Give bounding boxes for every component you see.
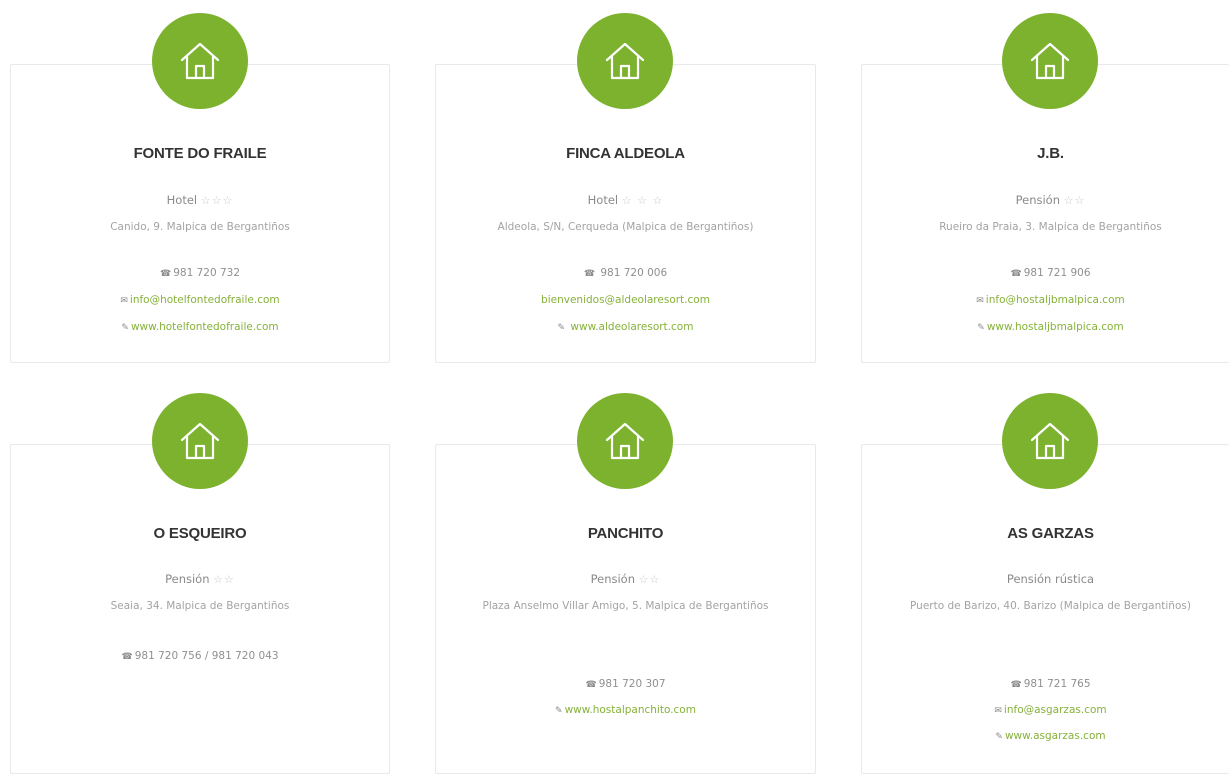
listing-card: AS GARZAS Pensión rústica Puerto de Bari…	[861, 444, 1229, 774]
listing-title: AS GARZAS	[1007, 525, 1094, 542]
phone-icon: ☎	[1010, 680, 1022, 690]
category-label: Pensión	[1015, 193, 1060, 207]
website-url[interactable]: www.hostalpanchito.com	[565, 704, 696, 716]
email-address[interactable]: bienvenidos@aldeolaresort.com	[541, 294, 710, 306]
listing-category: Pensión ☆☆	[436, 572, 815, 586]
email-link[interactable]: ✉ info@asgarzas.com	[862, 704, 1229, 716]
house-icon	[152, 393, 248, 489]
house-icon	[152, 13, 248, 109]
link-icon: ✎	[977, 323, 985, 333]
email-link[interactable]: ✉ info@hostaljbmalpica.com	[862, 294, 1229, 306]
house-icon	[1002, 13, 1098, 109]
phone-line: ☎ 981 720 006	[436, 267, 815, 279]
listing-title: O ESQUEIRO	[153, 525, 247, 542]
phone-number: 981 721 765	[1023, 678, 1091, 690]
email-address[interactable]: info@asgarzas.com	[1004, 704, 1107, 716]
category-label: Pensión rústica	[1006, 572, 1095, 586]
listing-title: FONTE DO FRAILE	[133, 145, 267, 162]
listing-address: Rueiro da Praia, 3. Malpica de Bergantiñ…	[939, 221, 1162, 233]
listing-card: O ESQUEIRO Pensión ☆☆ Seaia, 34. Malpica…	[10, 444, 390, 774]
listing-card: J.B. Pensión ☆☆ Rueiro da Praia, 3. Malp…	[861, 64, 1229, 363]
listing-category: Pensión ☆☆	[11, 572, 389, 586]
listing-category: Hotel ☆☆☆	[11, 193, 389, 207]
link-icon: ✎	[121, 323, 129, 333]
email-address[interactable]: info@hotelfontedofraile.com	[130, 294, 280, 306]
rating-stars: ☆☆	[213, 573, 235, 586]
house-icon	[1002, 393, 1098, 489]
phone-line: ☎ 981 721 906	[862, 267, 1229, 279]
listing-title: PANCHITO	[587, 525, 664, 542]
phone-icon: ☎	[1010, 269, 1022, 279]
phone-line: ☎ 981 721 765	[862, 678, 1229, 690]
phone-number: 981 720 006	[597, 267, 668, 279]
phone-line: ☎ 981 720 756 / 981 720 043	[11, 650, 389, 662]
website-url[interactable]: www.hotelfontedofraile.com	[131, 321, 279, 333]
rating-stars: ☆☆☆	[200, 194, 234, 207]
house-icon	[577, 393, 673, 489]
phone-number: 981 720 307	[598, 678, 666, 690]
phone-line: ☎ 981 720 732	[11, 267, 389, 279]
listing-address: Aldeola, S/N, Cerqueda (Malpica de Berga…	[497, 221, 754, 233]
category-label: Pensión	[590, 572, 635, 586]
rating-stars: ☆☆	[1063, 194, 1086, 207]
listing-address: Puerto de Barizo, 40. Barizo (Malpica de…	[910, 600, 1191, 612]
listing-address: Canido, 9. Malpica de Bergantiños	[110, 221, 290, 233]
category-label: Hotel	[587, 193, 619, 207]
website-url[interactable]: www.hostaljbmalpica.com	[987, 321, 1124, 333]
email-link[interactable]: ✉ info@hotelfontedofraile.com	[11, 294, 389, 306]
rating-stars: ☆ ☆ ☆	[621, 194, 664, 207]
link-icon: ✎	[555, 706, 563, 716]
category-label: Hotel	[166, 193, 198, 207]
envelope-icon: ✉	[120, 296, 128, 306]
website-link[interactable]: ✎ www.hostaljbmalpica.com	[862, 321, 1229, 333]
phone-icon: ☎	[583, 269, 596, 279]
phone-number: 981 720 732	[173, 267, 241, 279]
listing-address: Plaza Anselmo Villar Amigo, 5. Malpica d…	[482, 600, 769, 612]
website-link[interactable]: ✎ www.asgarzas.com	[862, 730, 1229, 742]
listing-category: Pensión rústica	[862, 572, 1229, 586]
website-url[interactable]: www.asgarzas.com	[1005, 730, 1106, 742]
listing-address: Seaia, 34. Malpica de Bergantiños	[110, 600, 290, 612]
website-link[interactable]: ✎ www.hotelfontedofraile.com	[11, 321, 389, 333]
listing-title: FINCA ALDEOLA	[566, 145, 685, 162]
phone-icon: ☎	[585, 680, 597, 690]
category-label: Pensión	[165, 572, 210, 586]
envelope-icon: ✉	[976, 296, 984, 306]
phone-number: 981 721 906	[1023, 267, 1091, 279]
house-icon	[577, 13, 673, 109]
listing-card: PANCHITO Pensión ☆☆ Plaza Anselmo Villar…	[435, 444, 816, 774]
listing-title: J.B.	[1037, 145, 1064, 162]
link-icon: ✎	[995, 732, 1003, 742]
website-link[interactable]: ✎ www.hostalpanchito.com	[436, 704, 815, 716]
website-url[interactable]: www.aldeolaresort.com	[567, 321, 693, 333]
phone-icon: ☎	[159, 269, 172, 279]
phone-line: ☎ 981 720 307	[436, 678, 815, 690]
website-link[interactable]: ✎ www.aldeolaresort.com	[436, 321, 815, 333]
phone-number: 981 720 756 / 981 720 043	[134, 650, 279, 662]
email-address[interactable]: info@hostaljbmalpica.com	[986, 294, 1125, 306]
link-icon: ✎	[557, 323, 566, 333]
listing-category: Pensión ☆☆	[862, 193, 1229, 207]
listing-category: Hotel ☆ ☆ ☆	[436, 193, 815, 207]
envelope-icon: ✉	[994, 706, 1002, 716]
email-link[interactable]: bienvenidos@aldeolaresort.com	[436, 294, 815, 306]
rating-stars: ☆☆	[638, 573, 661, 586]
phone-icon: ☎	[121, 652, 133, 662]
